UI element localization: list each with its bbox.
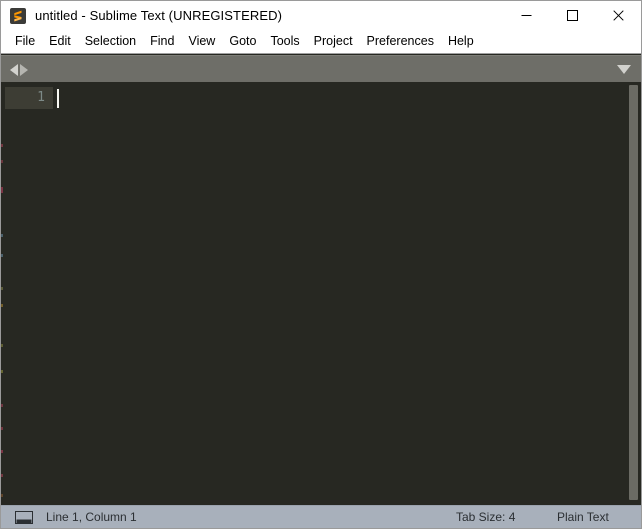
status-syntax[interactable]: Plain Text	[557, 510, 609, 524]
maximize-icon	[566, 10, 578, 21]
status-bar: Line 1, Column 1 Tab Size: 4 Plain Text	[1, 505, 641, 528]
editor-area[interactable]: 1	[1, 82, 641, 507]
edge-artifacts	[1, 82, 4, 507]
sublime-text-window: untitled - Sublime Text (UNREGISTERED) F…	[0, 0, 642, 529]
close-button[interactable]	[595, 1, 641, 30]
caret-left-icon[interactable]	[10, 63, 18, 76]
status-tab-size[interactable]: Tab Size: 4	[456, 510, 515, 524]
status-cursor-position: Line 1, Column 1	[46, 510, 137, 524]
menu-item-view[interactable]: View	[181, 31, 222, 52]
menu-bar: File Edit Selection Find View Goto Tools…	[1, 30, 641, 54]
console-panel-icon[interactable]	[15, 510, 33, 524]
text-caret	[57, 89, 59, 108]
tab-scroll-controls	[10, 56, 28, 83]
vertical-scrollbar-thumb[interactable]	[629, 85, 638, 500]
caret-right-icon[interactable]	[20, 63, 28, 76]
vertical-scrollbar[interactable]	[626, 82, 641, 507]
minimize-icon	[521, 15, 531, 16]
menu-item-selection[interactable]: Selection	[78, 31, 143, 52]
line-number-1: 1	[37, 90, 45, 105]
window-controls	[503, 1, 641, 30]
menu-item-tools[interactable]: Tools	[263, 31, 306, 52]
sublime-logo-glyph	[14, 10, 22, 21]
sublime-text-logo-icon	[10, 7, 26, 24]
chevron-down-icon	[617, 65, 631, 74]
menu-item-preferences[interactable]: Preferences	[360, 31, 441, 52]
window-title: untitled - Sublime Text (UNREGISTERED)	[35, 8, 283, 23]
menu-item-goto[interactable]: Goto	[222, 31, 263, 52]
menu-item-project[interactable]: Project	[307, 31, 360, 52]
maximize-button[interactable]	[549, 1, 595, 30]
close-icon	[612, 10, 624, 21]
tab-bar	[1, 55, 641, 82]
title-bar[interactable]: untitled - Sublime Text (UNREGISTERED)	[1, 1, 641, 30]
minimize-button[interactable]	[503, 1, 549, 30]
menu-item-help[interactable]: Help	[441, 31, 481, 52]
tab-list-dropdown[interactable]	[617, 56, 631, 83]
menu-item-file[interactable]: File	[8, 31, 42, 52]
menu-item-edit[interactable]: Edit	[42, 31, 78, 52]
menu-item-find[interactable]: Find	[143, 31, 181, 52]
